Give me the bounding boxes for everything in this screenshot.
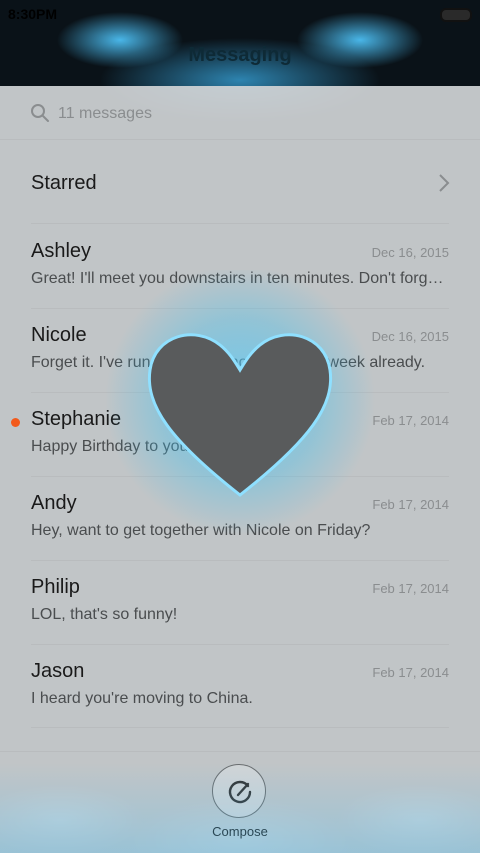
battery-icon xyxy=(440,8,472,22)
unread-indicator xyxy=(11,418,20,427)
conversation-item[interactable]: Stephanie Feb 17, 2014 Happy Birthday to… xyxy=(0,392,480,476)
contact-name: Philip xyxy=(31,576,80,598)
conversation-panel: 11 messages Starred Ashley Dec 16, 2015 … xyxy=(0,86,480,853)
message-preview: LOL, that's so funny! xyxy=(31,606,178,623)
contact-name: Ashley xyxy=(31,240,92,262)
conversation-item[interactable]: Philip Feb 17, 2014 LOL, that's so funny… xyxy=(0,560,480,644)
message-preview: Great! I'll meet you downstairs in ten m… xyxy=(31,270,449,287)
message-preview: Hey, want to get together with Nicole on… xyxy=(31,522,371,539)
message-date: Feb 17, 2014 xyxy=(372,413,449,428)
chevron-right-icon xyxy=(439,174,450,192)
message-preview: Forget it. I've run out of my money for … xyxy=(31,354,426,371)
message-date: Feb 17, 2014 xyxy=(372,497,449,512)
page-title: Messaging xyxy=(188,44,292,66)
status-time: 8:30PM xyxy=(8,6,58,22)
divider xyxy=(31,727,449,728)
starred-label: Starred xyxy=(31,172,97,194)
starred-row[interactable]: Starred xyxy=(0,140,480,224)
message-preview: Happy Birthday to you! xyxy=(31,438,193,455)
message-date: Dec 16, 2015 xyxy=(371,245,449,260)
status-bar: 8:30PM xyxy=(0,0,480,28)
search-icon xyxy=(31,104,49,122)
message-preview: I heard you're moving to China. xyxy=(31,690,253,707)
bottom-divider xyxy=(0,751,480,752)
search-input[interactable]: 11 messages xyxy=(58,105,152,123)
contact-name: Nicole xyxy=(31,324,87,346)
conversation-item[interactable]: Ashley Dec 16, 2015 Great! I'll meet you… xyxy=(0,224,480,308)
compose-label: Compose xyxy=(212,824,268,839)
contact-name: Jason xyxy=(31,660,85,682)
conversation-item[interactable]: Andy Feb 17, 2014 Hey, want to get toget… xyxy=(0,476,480,560)
contact-name: Andy xyxy=(31,492,77,514)
conversation-item[interactable]: Jason Feb 17, 2014 I heard you're moving… xyxy=(0,644,480,728)
compose-button[interactable] xyxy=(212,764,266,818)
message-date: Feb 17, 2014 xyxy=(372,581,449,596)
message-date: Dec 16, 2015 xyxy=(371,329,449,344)
message-date: Feb 17, 2014 xyxy=(372,665,449,680)
conversation-item[interactable]: Nicole Dec 16, 2015 Forget it. I've run … xyxy=(0,308,480,392)
compose-icon xyxy=(228,780,252,804)
search-bar[interactable]: 11 messages xyxy=(0,86,480,140)
contact-name: Stephanie xyxy=(31,408,122,430)
